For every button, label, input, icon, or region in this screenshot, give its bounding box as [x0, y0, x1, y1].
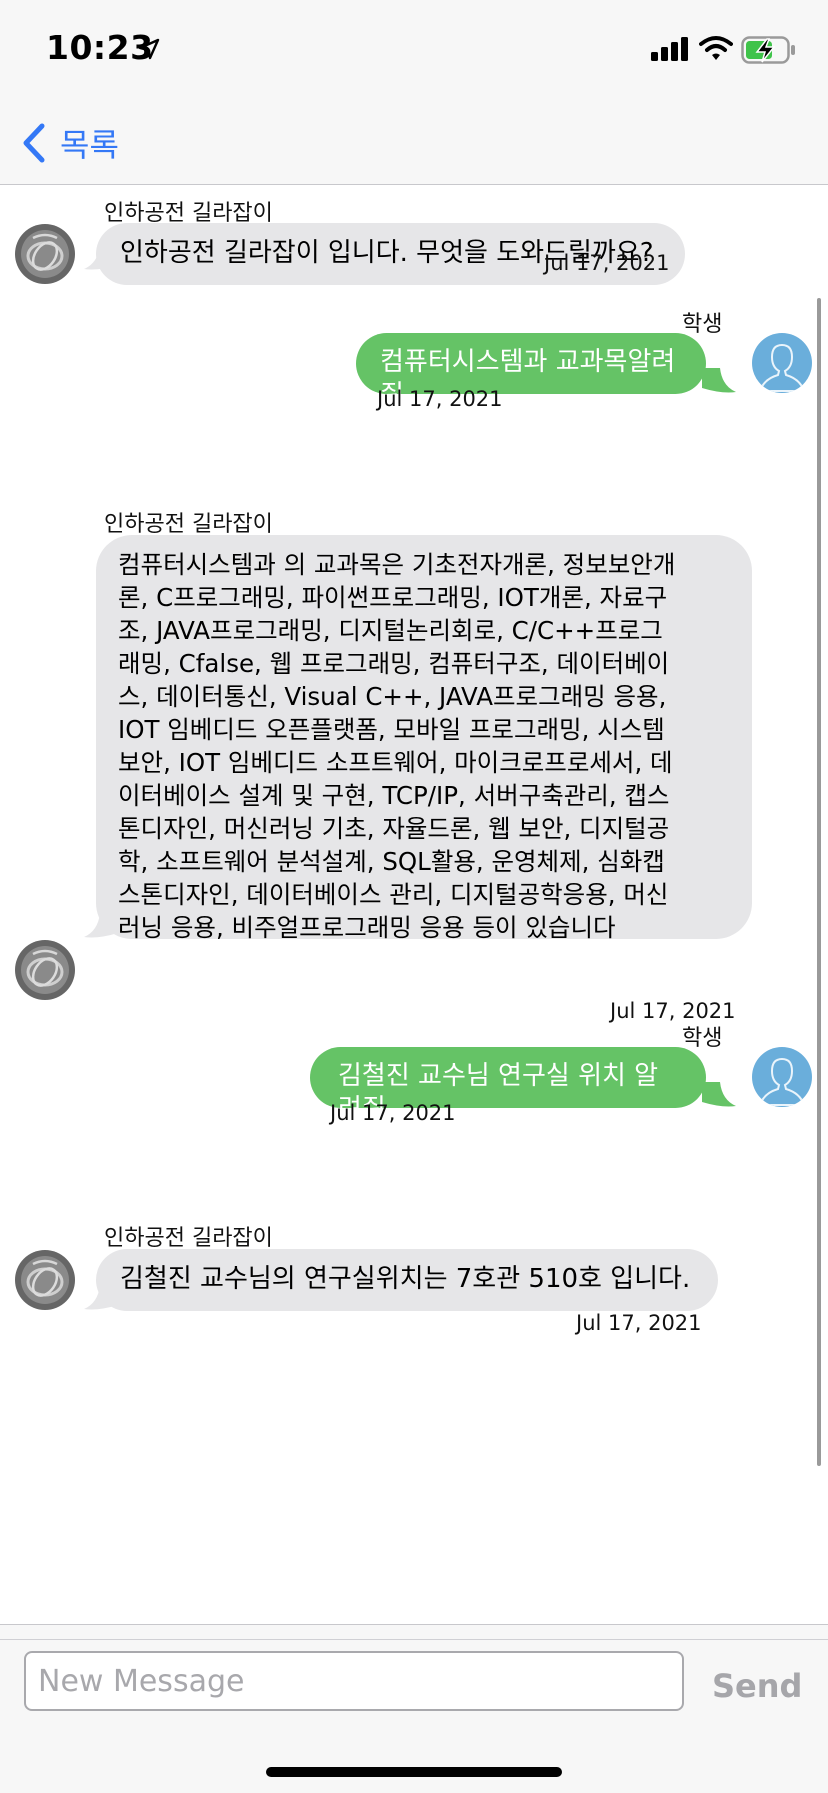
message-text-line: 스, 데이터통신, Visual C++, JAVA프로그래밍 응용,: [118, 682, 667, 711]
message-text: 김철진 교수님의 연구실위치는 7호관 510호 입니다.: [120, 1264, 691, 1294]
divider: [0, 1639, 828, 1640]
user-avatar: [752, 1047, 812, 1107]
message-input[interactable]: [24, 1651, 684, 1711]
sender-name: 인하공전 길라잡이: [104, 512, 273, 537]
bot-avatar: [15, 224, 75, 284]
message-text-line: 론, C프로그래밍, 파이썬프로그래밍, IOT개론, 자료구: [118, 583, 668, 612]
bot-avatar-icon: [15, 940, 75, 1000]
message-text-line: 래밍, Cfalse, 웹 프로그래밍, 컴퓨터구조, 데이터베이: [118, 649, 670, 678]
message-timestamp: Jul 17, 2021: [377, 387, 503, 411]
bubble-tail: [84, 913, 118, 938]
bot-avatar-icon: [15, 224, 75, 284]
message-text-line: 이터베이스 설계 및 구현, TCP/IP, 서버구축관리, 캡스: [118, 781, 670, 810]
status-bar: 10:23: [0, 0, 828, 100]
back-button[interactable]: 목록: [22, 118, 119, 168]
scrollbar[interactable]: [817, 298, 821, 1466]
chevron-left-icon: [23, 123, 45, 163]
person-silhouette-icon: [758, 343, 806, 392]
navigation-bar: 목록: [0, 100, 828, 185]
message-text-line: IOT 임베디드 오픈플랫폼, 모바일 프로그래밍, 시스템: [118, 715, 665, 744]
battery-charging-icon: [741, 36, 795, 64]
message-composer: Send: [0, 1624, 828, 1793]
back-label: 목록: [60, 126, 119, 164]
message-timestamp: Jul 17, 2021: [330, 1101, 456, 1125]
wifi-icon: [699, 36, 733, 60]
message-bubble: 김철진 교수님의 연구실위치는 7호관 510호 입니다.: [96, 1249, 718, 1311]
message-text-line: 스톤디자인, 데이터베이스 관리, 디지털공학응용, 머신: [118, 880, 669, 909]
sender-name: 인하공전 길라잡이: [104, 1226, 273, 1251]
message-bubble: 김철진 교수님 연구실 위치 알려줘: [310, 1047, 706, 1124]
sender-name: 학생: [682, 1026, 723, 1051]
person-silhouette-icon: [758, 1057, 806, 1106]
message-bubble: 컴퓨터시스템과 의 교과목은 기초전자개론, 정보보안개 론, C프로그래밍, …: [96, 535, 752, 942]
user-avatar: [752, 333, 812, 393]
bot-avatar: [15, 1250, 75, 1310]
location-arrow-icon: [138, 38, 160, 60]
message-text-line: 보안, IOT 임베디드 소프트웨어, 마이크로프로세서, 데: [118, 748, 673, 777]
message-text-line: 톤디자인, 머신러닝 기초, 자율드론, 웹 보안, 디지털공: [118, 814, 670, 843]
message-timestamp: Jul 17, 2021: [576, 1311, 702, 1335]
bot-avatar: [15, 940, 75, 1000]
message-text-line: 러닝 응용, 비주얼프로그래밍 응용 등이 있습니다: [118, 913, 616, 942]
cellular-signal-icon: [651, 37, 688, 61]
bubble-tail: [702, 1082, 736, 1107]
home-indicator[interactable]: [266, 1767, 562, 1777]
message-bubble: 컴퓨터시스템과 교과목알려줘: [356, 333, 706, 410]
send-button[interactable]: Send: [712, 1667, 802, 1705]
message-timestamp: Jul 17, 2021: [544, 251, 670, 275]
message-text-line: 학, 소프트웨어 분석설계, SQL활용, 운영체제, 심화캡: [118, 847, 665, 876]
bot-avatar-icon: [15, 1250, 75, 1310]
message-text-line: 조, JAVA프로그래밍, 디지털논리회로, C/C++프로그: [118, 616, 663, 645]
bubble-tail: [84, 1285, 118, 1310]
chat-thread[interactable]: 인하공전 길라잡이 인하공전 길라잡이 입니다. 무엇을 도와드릴까요? Jul…: [0, 185, 828, 1625]
sender-name: 학생: [682, 312, 723, 337]
message-text-line: 컴퓨터시스템과 의 교과목은 기초전자개론, 정보보안개: [118, 550, 676, 579]
bubble-tail: [702, 368, 736, 393]
